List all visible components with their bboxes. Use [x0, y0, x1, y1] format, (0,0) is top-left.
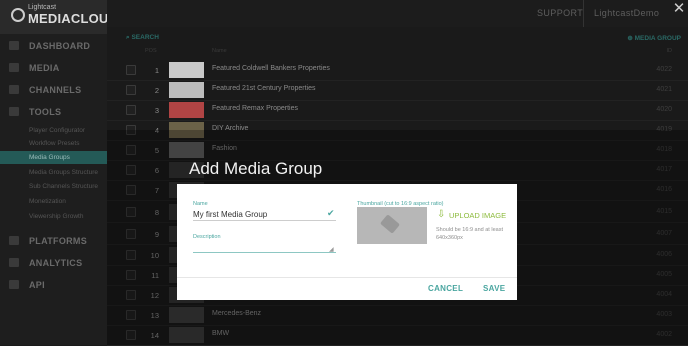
sidebar-subitem-sub-channels-structure[interactable]: Sub Channels Structure	[0, 180, 107, 193]
upload-icon: ⇩	[437, 209, 446, 220]
top-bar: SUPPORT LightcastDemo	[107, 0, 688, 27]
row-thumbnail	[169, 82, 204, 98]
sidebar-item-api[interactable]: API	[0, 277, 107, 293]
sidebar-subitem-label: Media Groups	[29, 154, 70, 161]
save-button[interactable]: SAVE	[483, 284, 505, 293]
sidebar-subitem-media-groups[interactable]: Media Groups	[0, 151, 107, 164]
upload-image-label: UPLOAD IMAGE	[449, 211, 507, 220]
sidebar-subitem-media-groups-structure[interactable]: Media Groups Structure	[0, 166, 107, 179]
app-root: Lightcast MEDIACLOUD DASHBOARD MEDIA CHA…	[0, 0, 688, 346]
row-checkbox[interactable]	[126, 65, 136, 75]
dashboard-icon	[9, 41, 19, 50]
modal-title: Add Media Group	[189, 159, 323, 178]
description-field[interactable]	[193, 240, 336, 252]
row-id: 4021	[656, 86, 672, 93]
col-name[interactable]: Name	[212, 48, 227, 54]
sidebar: Lightcast MEDIACLOUD DASHBOARD MEDIA CHA…	[0, 0, 118, 345]
sidebar-item-media[interactable]: MEDIA	[0, 60, 107, 76]
support-link[interactable]: SUPPORT	[537, 8, 583, 18]
sidebar-item-platforms[interactable]: PLATFORMS	[0, 233, 107, 249]
sidebar-item-label: PLATFORMS	[29, 236, 88, 246]
cancel-button[interactable]: CANCEL	[428, 284, 463, 293]
sidebar-subitem-label: Monetization	[29, 198, 66, 205]
row-name: Featured Remax Properties	[212, 105, 298, 112]
check-icon: ✔	[327, 208, 335, 218]
account-link[interactable]: LightcastDemo	[594, 8, 659, 18]
sidebar-item-label: TOOLS	[29, 107, 62, 117]
sidebar-subitem-label: Workflow Presets	[29, 140, 80, 147]
add-media-group-label: MEDIA GROUP	[634, 35, 681, 42]
media-icon	[9, 63, 19, 72]
thumbnail-placeholder[interactable]	[357, 207, 427, 244]
logo[interactable]: Lightcast MEDIACLOUD	[0, 0, 118, 34]
row-id: 4022	[656, 66, 672, 73]
table-row[interactable]: 1 Featured Coldwell Bankers Properties 402…	[107, 60, 688, 81]
row-pos: 2	[154, 86, 159, 95]
sidebar-subitem-viewership-growth[interactable]: Viewership Growth	[0, 210, 107, 223]
logo-icon	[11, 8, 25, 22]
row-thumbnail	[169, 62, 204, 78]
search-icon: ⌕	[126, 34, 130, 41]
tag-icon	[380, 214, 400, 234]
table-toolbar: ⌕ SEARCH ⊕ MEDIA GROUP	[107, 34, 688, 46]
modal-footer-divider	[177, 277, 517, 278]
resize-handle-icon[interactable]: ◢	[329, 246, 334, 253]
table-row[interactable]: 3 Featured Remax Properties 4020	[107, 100, 688, 121]
row-id: 4020	[656, 106, 672, 113]
add-media-group-dialog: Name My first Media Group ✔ Description …	[177, 184, 517, 300]
sidebar-item-label: API	[29, 280, 45, 290]
plus-circle-icon: ⊕	[627, 35, 633, 42]
sidebar-item-label: ANALYTICS	[29, 258, 83, 268]
sidebar-subitem-label: Media Groups Structure	[29, 169, 99, 176]
sidebar-item-label: DASHBOARD	[29, 41, 91, 51]
sidebar-item-analytics[interactable]: ANALYTICS	[0, 255, 107, 271]
name-label: Name	[193, 201, 208, 207]
search-label: SEARCH	[131, 34, 159, 41]
sidebar-subitem-label: Player Configurator	[29, 127, 85, 134]
sidebar-subitem-label: Sub Channels Structure	[29, 183, 99, 190]
name-underline	[193, 220, 336, 221]
row-thumbnail	[169, 102, 204, 118]
tools-icon	[9, 107, 19, 116]
sidebar-item-channels[interactable]: CHANNELS	[0, 82, 107, 98]
add-media-group-button[interactable]: ⊕ MEDIA GROUP	[627, 34, 681, 42]
col-id[interactable]: ID	[667, 48, 673, 54]
col-pos[interactable]: POS	[145, 48, 157, 54]
analytics-icon	[9, 258, 19, 267]
sidebar-item-label: CHANNELS	[29, 85, 82, 95]
sidebar-subitem-player-configurator[interactable]: Player Configurator	[0, 124, 107, 137]
name-field[interactable]: My first Media Group	[193, 210, 267, 219]
row-name: Featured 21st Century Properties	[212, 85, 316, 92]
row-checkbox[interactable]	[126, 85, 136, 95]
upload-help-text: Should be 16:9 and at least 640x360px	[436, 227, 503, 241]
channels-icon	[9, 85, 19, 94]
logo-big-text: MEDIACLOUD	[28, 11, 119, 26]
sidebar-subitem-label: Viewership Growth	[29, 213, 84, 220]
sidebar-item-tools[interactable]: TOOLS	[0, 104, 107, 120]
logo-small-text: Lightcast	[28, 4, 57, 11]
row-name: Featured Coldwell Bankers Properties	[212, 65, 330, 72]
sidebar-item-dashboard[interactable]: DASHBOARD	[0, 38, 107, 54]
table-row[interactable]: 2 Featured 21st Century Properties 4021	[107, 80, 688, 101]
table-header: POS Name ID	[107, 47, 688, 57]
row-pos: 1	[154, 66, 159, 75]
close-icon[interactable]: ✕	[672, 1, 686, 16]
upload-image-button[interactable]: ⇩ UPLOAD IMAGE	[437, 209, 507, 220]
sidebar-subitem-workflow-presets[interactable]: Workflow Presets	[0, 137, 107, 150]
description-underline	[193, 252, 336, 253]
row-pos: 3	[154, 106, 159, 115]
sidebar-item-label: MEDIA	[29, 63, 60, 73]
api-icon	[9, 280, 19, 289]
top-divider	[583, 0, 584, 27]
row-checkbox[interactable]	[126, 105, 136, 115]
platforms-icon	[9, 236, 19, 245]
sidebar-subitem-monetization[interactable]: Monetization	[0, 195, 107, 208]
search-button[interactable]: ⌕ SEARCH	[126, 34, 159, 42]
